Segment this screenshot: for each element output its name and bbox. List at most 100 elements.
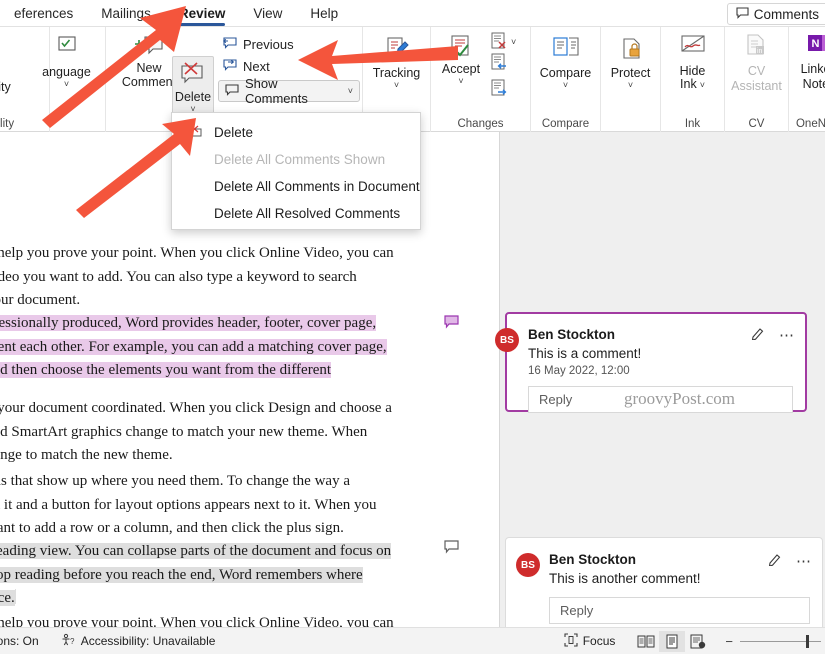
paragraph-4-line-3: want to add a row or a column, and then … <box>0 520 344 536</box>
delete-comment-small-icon <box>186 125 204 140</box>
show-comments-icon <box>225 83 239 99</box>
web-layout-button[interactable] <box>685 631 711 652</box>
show-comments-button[interactable]: Show Comments ˅ <box>218 76 360 106</box>
more-options-icon[interactable]: ⋯ <box>779 328 795 343</box>
edit-pencil-icon-2[interactable] <box>768 552 782 571</box>
watermark-text: groovyPost.com <box>624 389 735 408</box>
hide-ink-button[interactable]: Hide Ink ˅ <box>661 27 724 92</box>
menu-item-delete[interactable]: Delete <box>172 119 420 146</box>
status-options[interactable]: ions: On <box>0 634 39 648</box>
hide-ink-chevron-down-icon[interactable]: ˅ <box>700 80 705 90</box>
accept-chevron-down-icon[interactable]: ˅ <box>435 77 487 86</box>
menu-item-delete-all-resolved[interactable]: Delete All Resolved Comments <box>172 200 420 227</box>
avatar-1-initials: BS <box>500 334 514 346</box>
menu-item-delete-all-resolved-label: Delete All Resolved Comments <box>214 206 401 221</box>
track-changes-icon <box>383 35 411 65</box>
zoom-track[interactable] <box>740 640 806 642</box>
compare-label: Compare <box>539 65 592 80</box>
cv-group-label: CV <box>748 118 765 130</box>
edit-pencil-icon[interactable] <box>751 326 765 345</box>
tracking-button[interactable]: Tracking ˅ <box>363 27 430 90</box>
next-change-icon <box>491 79 507 96</box>
avatar-2: BS <box>516 553 540 577</box>
menu-item-delete-all-in-document-label: Delete All Comments in Document <box>214 179 420 194</box>
print-layout-button[interactable] <box>659 630 686 652</box>
paragraph-2-line-1: ofessionally produced, Word provides hea… <box>0 315 377 331</box>
compare-group-label: Compare <box>541 118 590 130</box>
changes-group-label: Changes <box>457 118 504 130</box>
accessibility-person-icon: ? <box>61 633 76 650</box>
show-comments-label: Show Comments <box>245 76 308 106</box>
next-change-button[interactable] <box>489 78 516 104</box>
paragraph-2-line-2: ment each other. For example, you can ad… <box>0 338 387 355</box>
compare-button[interactable]: Compare ˅ <box>531 27 600 90</box>
comment-1-reply-box[interactable]: Reply groovyPost.com <box>528 386 793 413</box>
comment-2-reply-placeholder: Reply <box>560 603 594 618</box>
accept-label: Accept <box>441 62 481 76</box>
tracking-chevron-down-icon[interactable]: ˅ <box>394 81 399 90</box>
cv-assistant-icon: in <box>743 33 771 63</box>
reject-icon <box>491 32 506 49</box>
language-button[interactable]: anguage ˅ <box>28 27 105 89</box>
protect-chevron-down-icon[interactable]: ˅ <box>628 81 633 90</box>
comment-1-actions: ⋯ <box>751 326 795 345</box>
comment-anchor-active[interactable] <box>444 315 459 329</box>
comment-bubble-icon <box>736 6 749 22</box>
reject-chevron-down-icon[interactable]: ˅ <box>511 37 516 47</box>
language-chevron-down-icon[interactable]: ˅ <box>64 80 69 89</box>
menu-item-delete-all-in-document[interactable]: Delete All Comments in Document <box>172 173 420 200</box>
menu-item-delete-all-shown: Delete All Comments Shown <box>172 146 420 173</box>
text-cursor <box>14 589 16 604</box>
accept-button[interactable]: Accept ˅ <box>435 32 487 86</box>
previous-change-button[interactable] <box>489 52 516 78</box>
tab-view[interactable]: View <box>239 0 296 27</box>
linked-notes-button[interactable]: N Linked Notes <box>789 27 825 92</box>
reject-button[interactable]: ˅ <box>489 31 516 52</box>
more-options-icon-2[interactable]: ⋯ <box>796 554 812 569</box>
delete-dropdown-menu: Delete Delete All Comments Shown Delete … <box>171 112 421 230</box>
zoom-out-button[interactable]: − <box>725 634 733 649</box>
comment-card-1[interactable]: BS Ben Stockton This is a comment! 16 Ma… <box>495 312 807 413</box>
paragraph-4: ons that show up where you need them. To… <box>0 470 406 541</box>
next-comment-button[interactable]: Next <box>218 55 360 77</box>
changes-small-buttons: ˅ <box>489 31 516 104</box>
comment-2-reply-box[interactable]: Reply <box>549 597 810 624</box>
show-comments-chevron-down-icon[interactable]: ˅ <box>348 87 353 96</box>
paragraph-2-commented[interactable]: ofessionally produced, Word provides hea… <box>0 312 406 383</box>
accept-icon <box>435 32 487 62</box>
tab-help[interactable]: Help <box>296 0 352 27</box>
paragraph-1-line-2: video you want to add. You can also type… <box>0 268 357 285</box>
comment-1-reply-placeholder: Reply <box>539 392 573 407</box>
protect-button[interactable]: Protect ˅ <box>601 27 660 90</box>
comments-button[interactable]: Comments <box>726 3 825 25</box>
hide-ink-label-line2: Ink <box>680 77 697 91</box>
zoom-slider[interactable]: − <box>725 634 821 649</box>
focus-mode-button[interactable]: Focus <box>564 632 616 650</box>
previous-comment-button[interactable]: Previous <box>218 33 360 55</box>
read-mode-button[interactable] <box>633 631 659 652</box>
tab-review[interactable]: Review <box>165 0 240 27</box>
print-layout-icon <box>666 634 678 648</box>
protect-lock-icon <box>618 37 644 65</box>
comment-anchor-inactive[interactable] <box>444 540 459 554</box>
ribbon-group-language: anguage ˅ <box>28 27 106 132</box>
ribbon-group-compare: Compare ˅ Compare <box>531 27 601 132</box>
compare-chevron-down-icon[interactable]: ˅ <box>563 81 568 90</box>
avatar-1: BS <box>495 328 519 352</box>
focus-label: Focus <box>582 634 616 648</box>
linked-notes-label-line1: Linked <box>800 61 825 76</box>
zoom-track-right[interactable] <box>809 640 821 642</box>
status-accessibility[interactable]: ? Accessibility: Unavailable <box>61 633 215 650</box>
comment-2-text: This is another comment! <box>549 571 701 586</box>
svg-text:?: ? <box>70 637 75 646</box>
svg-text:N: N <box>812 38 820 50</box>
paragraph-5-commented[interactable]: Reading view. You can collapse parts of … <box>0 540 406 611</box>
next-comment-label: Next <box>243 58 270 74</box>
tracking-label: Tracking <box>372 65 421 80</box>
status-options-label: ions: On <box>0 634 39 648</box>
tab-references[interactable]: eferences <box>0 0 87 27</box>
onenote-group-label: OneNote <box>795 118 825 130</box>
ribbon-group-onenote: N Linked Notes OneNote <box>789 27 825 132</box>
tab-mailings[interactable]: Mailings <box>87 0 165 27</box>
comment-nav-column: Previous Next Show Comments ˅ <box>218 33 360 106</box>
